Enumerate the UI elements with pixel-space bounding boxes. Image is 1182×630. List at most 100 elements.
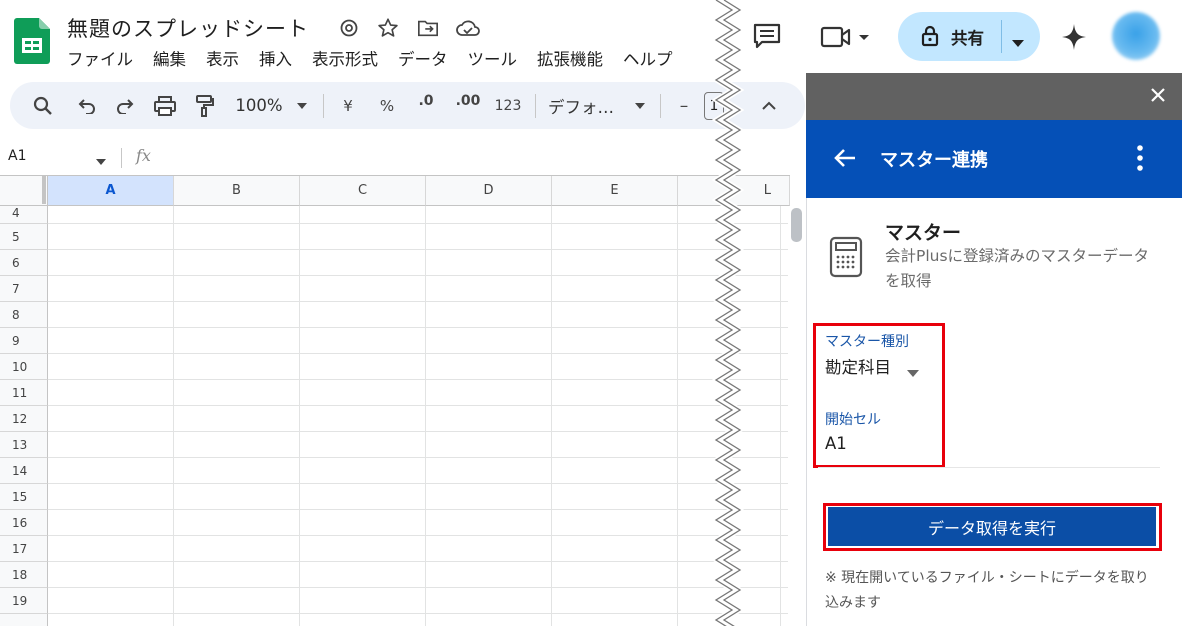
row-gridline — [48, 405, 788, 406]
toolbar: 100% ¥ % .0 .00 123 デフォ… – 1 — [10, 82, 805, 129]
section-description: 会計Plusに登録済みのマスターデータを取得 — [885, 247, 1150, 290]
row-header[interactable]: 14 — [0, 458, 48, 484]
row-header[interactable]: 10 — [0, 354, 48, 380]
row-gridline — [48, 509, 788, 510]
row-header[interactable]: 9 — [0, 328, 48, 354]
zoom-dropdown-icon[interactable] — [294, 82, 310, 129]
row-gridline — [48, 457, 788, 458]
column-gridline — [780, 206, 781, 626]
share-dropdown-icon[interactable] — [1012, 33, 1024, 52]
zoom-select[interactable]: 100% — [232, 82, 286, 129]
font-family-select[interactable]: デフォ… — [548, 82, 622, 129]
row-gridline — [48, 223, 788, 224]
toolbar-divider — [535, 94, 536, 118]
document-title[interactable]: 無題のスプレッドシート — [67, 13, 309, 43]
more-options-icon[interactable] — [1136, 144, 1144, 176]
cloud-saved-icon[interactable] — [455, 15, 481, 41]
close-panel-icon[interactable] — [1150, 87, 1166, 107]
row-header[interactable]: 18 — [0, 562, 48, 588]
menu-data[interactable]: データ — [398, 46, 448, 70]
shared-drive-icon[interactable] — [336, 15, 362, 41]
decrease-font-size-button[interactable]: – — [674, 82, 694, 129]
panel-title: マスター連携 — [880, 150, 988, 171]
comments-icon[interactable] — [752, 22, 782, 54]
more-formats-button[interactable]: 123 — [494, 82, 522, 129]
undo-icon[interactable] — [72, 82, 102, 129]
print-icon[interactable] — [150, 82, 180, 129]
run-fetch-button[interactable]: データ取得を実行 — [828, 507, 1156, 546]
panel-divider — [818, 467, 1160, 468]
toolbar-divider — [323, 94, 324, 118]
column-header-b[interactable]: B — [174, 176, 300, 206]
menu-format[interactable]: 表示形式 — [312, 46, 378, 70]
column-header-d[interactable]: D — [426, 176, 552, 206]
row-gridline — [48, 301, 788, 302]
menu-insert[interactable]: 挿入 — [259, 46, 292, 70]
row-header[interactable] — [0, 614, 48, 626]
column-gridline — [173, 206, 174, 626]
row-header[interactable]: 16 — [0, 510, 48, 536]
column-gridline — [551, 206, 552, 626]
name-box-dropdown-icon[interactable] — [96, 150, 106, 169]
increase-decimal-button[interactable]: .00 — [455, 82, 481, 129]
row-header[interactable]: 11 — [0, 380, 48, 406]
column-header-l[interactable]: L — [738, 176, 790, 206]
gemini-sparkle-icon[interactable] — [1060, 22, 1088, 56]
spreadsheet-grid[interactable]: A B C D E L 4 5 6 7 8 9 10 11 12 13 14 1… — [0, 176, 790, 626]
star-icon[interactable] — [375, 15, 401, 41]
currency-format-button[interactable]: ¥ — [337, 82, 359, 129]
name-box[interactable]: A1 — [8, 148, 26, 164]
row-header[interactable]: 15 — [0, 484, 48, 510]
redo-icon[interactable] — [110, 82, 140, 129]
row-header[interactable]: 13 — [0, 432, 48, 458]
column-gridline — [677, 206, 678, 626]
row-gridline — [48, 431, 788, 432]
menu-file[interactable]: ファイル — [67, 46, 133, 70]
row-header[interactable]: 5 — [0, 224, 48, 250]
paint-format-icon[interactable] — [190, 82, 220, 129]
menu-tools[interactable]: ツール — [468, 46, 518, 70]
row-header[interactable]: 6 — [0, 250, 48, 276]
percent-format-button[interactable]: % — [376, 82, 398, 129]
row-header[interactable]: 17 — [0, 536, 48, 562]
column-header-c[interactable]: C — [300, 176, 426, 206]
share-label: 共有 — [951, 29, 984, 48]
row-gridline — [48, 379, 788, 380]
column-header-a[interactable]: A — [48, 176, 174, 206]
row-header[interactable]: 19 — [0, 588, 48, 614]
row-gridline — [48, 587, 788, 588]
row-header[interactable]: 12 — [0, 406, 48, 432]
search-menus-icon[interactable] — [28, 82, 58, 129]
vertical-scrollbar[interactable] — [791, 208, 802, 242]
menu-bar: ファイル 編集 表示 挿入 表示形式 データ ツール 拡張機能 ヘルプ — [67, 46, 673, 70]
menu-help[interactable]: ヘルプ — [623, 46, 673, 70]
torn-edge-divider — [711, 0, 745, 630]
master-type-label: マスター種別 — [825, 334, 909, 350]
column-header-e[interactable]: E — [552, 176, 678, 206]
back-arrow-icon[interactable] — [834, 148, 856, 172]
share-button[interactable]: 共有 — [898, 12, 1040, 61]
menu-extensions[interactable]: 拡張機能 — [537, 46, 603, 70]
move-folder-icon[interactable] — [415, 15, 441, 41]
decrease-decimal-button[interactable]: .0 — [414, 82, 438, 129]
row-gridline — [48, 561, 788, 562]
row-gridline — [48, 613, 788, 614]
font-dropdown-icon[interactable] — [632, 82, 648, 129]
panel-topbar — [806, 73, 1182, 120]
user-avatar[interactable] — [1112, 12, 1160, 60]
meet-video-icon[interactable] — [820, 25, 874, 53]
select-all-corner[interactable] — [0, 176, 48, 206]
row-header[interactable]: 7 — [0, 276, 48, 302]
collapse-toolbar-icon[interactable] — [758, 82, 780, 129]
master-type-dropdown-icon[interactable] — [907, 362, 919, 381]
master-type-select[interactable]: 勘定科目 — [825, 354, 891, 378]
row-header[interactable]: 4 — [0, 206, 48, 224]
start-cell-input[interactable]: A1 — [825, 434, 847, 453]
formula-divider — [121, 148, 122, 168]
menu-edit[interactable]: 編集 — [153, 46, 186, 70]
row-header[interactable]: 8 — [0, 302, 48, 328]
row-gridline — [48, 249, 788, 250]
menu-view[interactable]: 表示 — [206, 46, 239, 70]
sheets-logo-icon[interactable] — [14, 18, 50, 64]
panel-header — [806, 120, 1182, 198]
